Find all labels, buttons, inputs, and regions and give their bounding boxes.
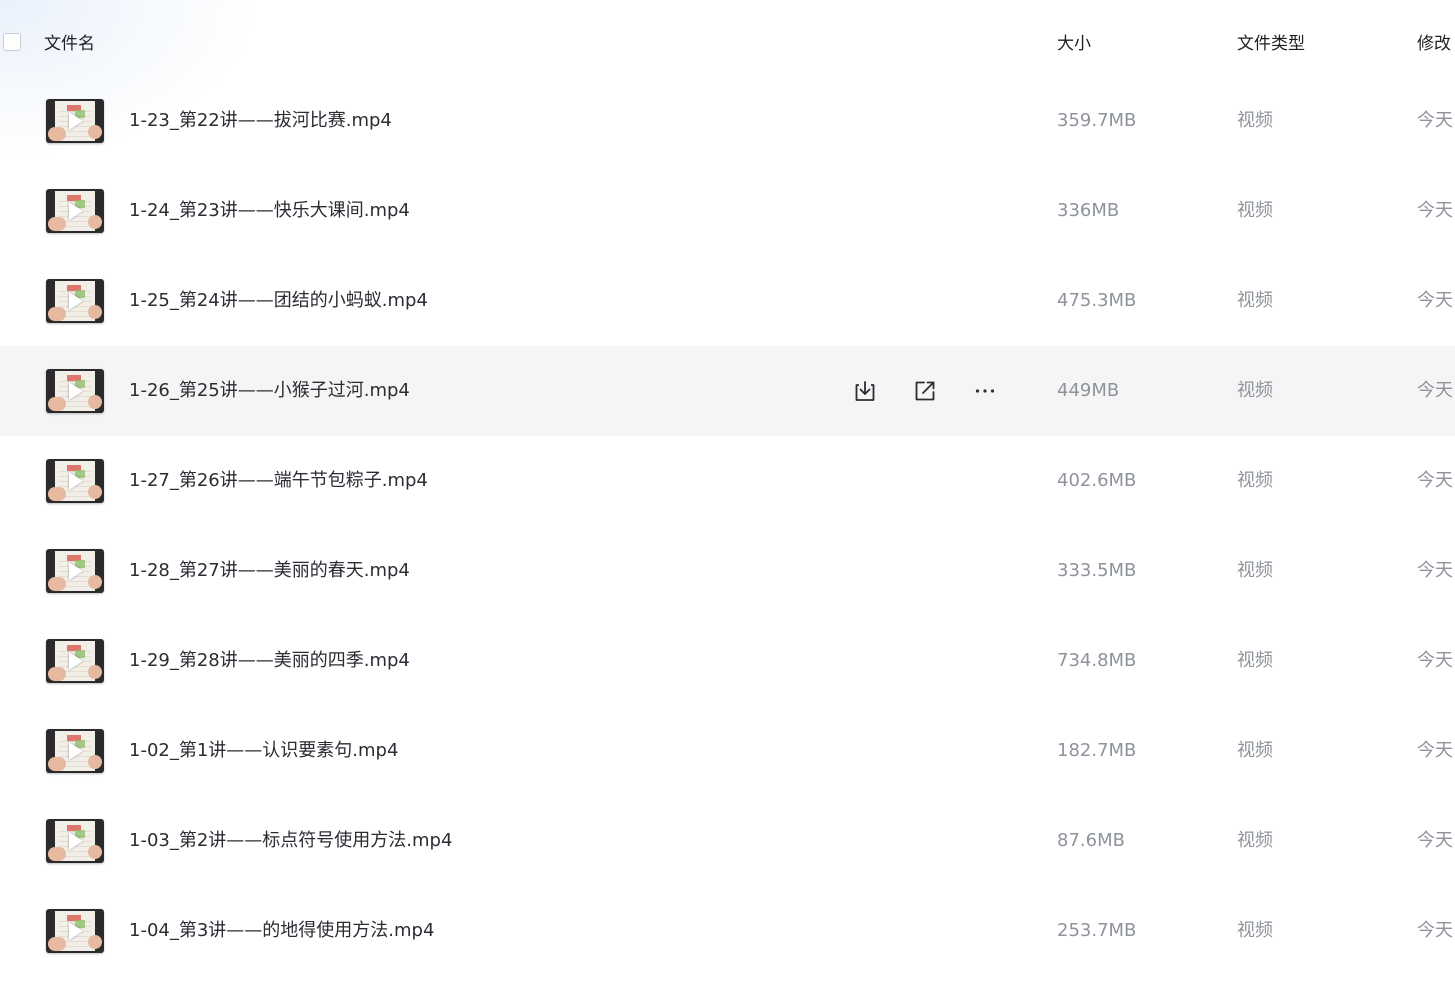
file-modified: 今天 xyxy=(1417,830,1453,851)
file-name[interactable]: 1-25_第24讲——团结的小蚂蚁.mp4 xyxy=(129,289,428,313)
play-icon xyxy=(69,562,83,580)
column-header-type[interactable]: 文件类型 xyxy=(1237,33,1305,55)
file-row[interactable]: 1-24_第23讲——快乐大课间.mp4 336MB 视频 今天 xyxy=(0,166,1455,256)
file-size: 402.6MB xyxy=(1057,470,1137,491)
video-thumbnail-icon[interactable] xyxy=(46,819,104,863)
file-size: 333.5MB xyxy=(1057,560,1137,581)
share-icon xyxy=(915,381,935,401)
file-modified: 今天 xyxy=(1417,290,1453,311)
video-thumbnail-icon[interactable] xyxy=(46,639,104,683)
play-icon xyxy=(69,292,83,310)
file-row[interactable]: 1-02_第1讲——认识要素句.mp4 182.7MB 视频 今天 xyxy=(0,706,1455,796)
file-name[interactable]: 1-02_第1讲——认识要素句.mp4 xyxy=(129,739,398,763)
file-type: 视频 xyxy=(1237,650,1273,671)
file-modified: 今天 xyxy=(1417,920,1453,941)
file-modified: 今天 xyxy=(1417,200,1453,221)
file-type: 视频 xyxy=(1237,830,1273,851)
video-thumbnail-icon[interactable] xyxy=(46,549,104,593)
file-modified: 今天 xyxy=(1417,470,1453,491)
file-name[interactable]: 1-26_第25讲——小猴子过河.mp4 xyxy=(129,379,410,403)
file-type: 视频 xyxy=(1237,470,1273,491)
file-name[interactable]: 1-27_第26讲——端午节包粽子.mp4 xyxy=(129,469,428,493)
file-size: 182.7MB xyxy=(1057,740,1137,761)
file-modified: 今天 xyxy=(1417,110,1453,131)
video-thumbnail-icon[interactable] xyxy=(46,189,104,233)
video-thumbnail-icon[interactable] xyxy=(46,279,104,323)
file-name[interactable]: 1-03_第2讲——标点符号使用方法.mp4 xyxy=(129,829,452,853)
file-row[interactable]: 1-25_第24讲——团结的小蚂蚁.mp4 475.3MB 视频 今天 xyxy=(0,256,1455,346)
more-button[interactable] xyxy=(970,376,1000,406)
play-icon xyxy=(69,922,83,940)
video-thumbnail-icon[interactable] xyxy=(46,369,104,413)
file-row-hovered[interactable]: 1-26_第25讲——小猴子过河.mp4 449MB 视频 今天 xyxy=(0,346,1455,436)
file-size: 253.7MB xyxy=(1057,920,1137,941)
file-size: 359.7MB xyxy=(1057,110,1137,131)
play-icon xyxy=(69,202,83,220)
file-name[interactable]: 1-29_第28讲——美丽的四季.mp4 xyxy=(129,649,410,673)
file-size: 449MB xyxy=(1057,380,1120,401)
play-icon xyxy=(69,832,83,850)
file-modified: 今天 xyxy=(1417,560,1453,581)
file-row[interactable]: 1-23_第22讲——拔河比赛.mp4 359.7MB 视频 今天 xyxy=(0,76,1455,166)
file-type: 视频 xyxy=(1237,380,1273,401)
play-icon xyxy=(69,472,83,490)
video-thumbnail-icon[interactable] xyxy=(46,99,104,143)
play-icon xyxy=(69,112,83,130)
file-type: 视频 xyxy=(1237,290,1273,311)
file-type: 视频 xyxy=(1237,200,1273,221)
file-row[interactable]: 1-04_第3讲——的地得使用方法.mp4 253.7MB 视频 今天 xyxy=(0,886,1455,976)
download-icon xyxy=(855,381,875,401)
file-modified: 今天 xyxy=(1417,380,1453,401)
file-size: 475.3MB xyxy=(1057,290,1137,311)
file-size: 734.8MB xyxy=(1057,650,1137,671)
column-header-modified[interactable]: 修改 xyxy=(1417,33,1451,55)
more-icon xyxy=(975,389,995,393)
file-type: 视频 xyxy=(1237,560,1273,581)
file-modified: 今天 xyxy=(1417,650,1453,671)
download-button[interactable] xyxy=(850,376,880,406)
file-name[interactable]: 1-04_第3讲——的地得使用方法.mp4 xyxy=(129,919,434,943)
video-thumbnail-icon[interactable] xyxy=(46,459,104,503)
video-thumbnail-icon[interactable] xyxy=(46,909,104,953)
share-button[interactable] xyxy=(910,376,940,406)
file-list: 1-23_第22讲——拔河比赛.mp4 359.7MB 视频 今天 1-24_第… xyxy=(0,76,1455,976)
play-icon xyxy=(69,742,83,760)
file-name[interactable]: 1-23_第22讲——拔河比赛.mp4 xyxy=(129,109,392,133)
file-type: 视频 xyxy=(1237,110,1273,131)
file-size: 336MB xyxy=(1057,200,1120,221)
file-size: 87.6MB xyxy=(1057,830,1125,851)
file-name[interactable]: 1-24_第23讲——快乐大课间.mp4 xyxy=(129,199,410,223)
column-header-name[interactable]: 文件名 xyxy=(44,33,95,55)
play-icon xyxy=(69,652,83,670)
file-type: 视频 xyxy=(1237,740,1273,761)
file-modified: 今天 xyxy=(1417,740,1453,761)
play-icon xyxy=(69,382,83,400)
file-row[interactable]: 1-29_第28讲——美丽的四季.mp4 734.8MB 视频 今天 xyxy=(0,616,1455,706)
video-thumbnail-icon[interactable] xyxy=(46,729,104,773)
file-list-page: 文件名 大小 文件类型 修改 1-23_第22讲——拔河比赛.mp4 359.7… xyxy=(0,0,1455,994)
file-name[interactable]: 1-28_第27讲——美丽的春天.mp4 xyxy=(129,559,410,583)
select-all-checkbox[interactable] xyxy=(3,33,21,51)
column-header-size[interactable]: 大小 xyxy=(1057,33,1091,55)
file-type: 视频 xyxy=(1237,920,1273,941)
file-list-header: 文件名 大小 文件类型 修改 xyxy=(0,0,1455,88)
file-row[interactable]: 1-28_第27讲——美丽的春天.mp4 333.5MB 视频 今天 xyxy=(0,526,1455,616)
file-row[interactable]: 1-27_第26讲——端午节包粽子.mp4 402.6MB 视频 今天 xyxy=(0,436,1455,526)
file-row[interactable]: 1-03_第2讲——标点符号使用方法.mp4 87.6MB 视频 今天 xyxy=(0,796,1455,886)
